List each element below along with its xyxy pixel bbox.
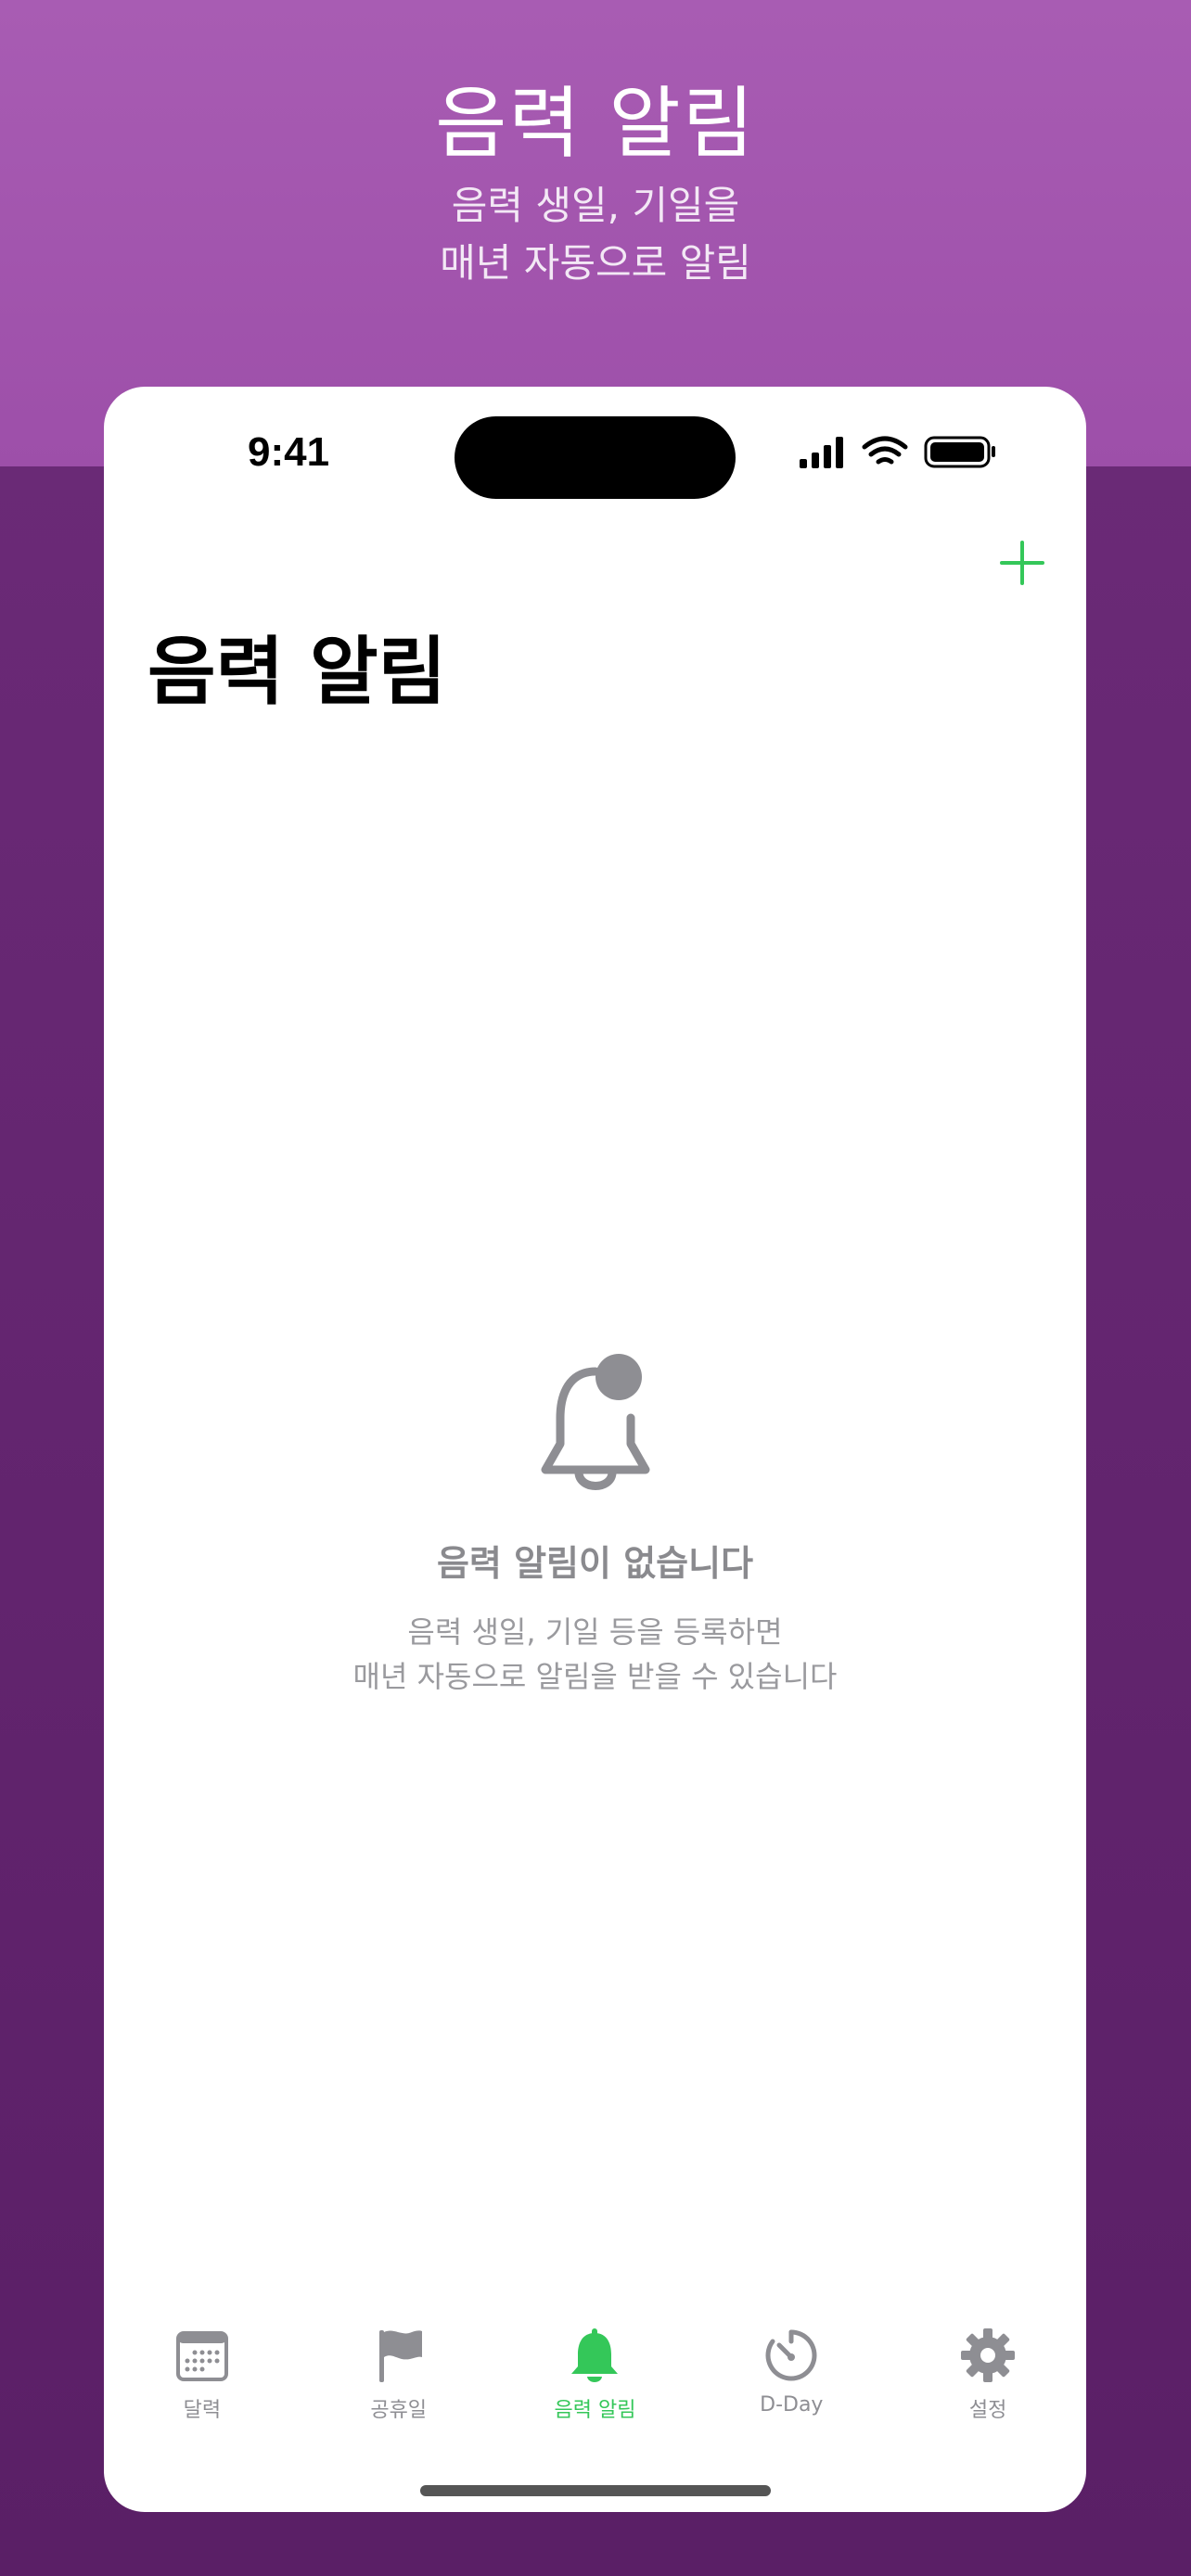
bell-icon — [571, 2328, 619, 2382]
tab-holidays[interactable]: 공휴일 — [301, 2325, 497, 2436]
status-time: 9:41 — [248, 429, 330, 475]
tab-dday[interactable]: D-Day — [693, 2325, 890, 2436]
add-button[interactable] — [994, 535, 1050, 591]
empty-state: 음력 알림이 없습니다 음력 생일, 기일 등을 등록하면 매년 자동으로 알림… — [104, 1351, 1086, 1699]
empty-state-description: 음력 생일, 기일 등을 등록하면 매년 자동으로 알림을 받을 수 있습니다 — [104, 1610, 1086, 1699]
phone-screen: 9:41 음력 알림 음력 알림이 없습니다 음력 생일, 기일 등을 등록하면… — [104, 387, 1086, 2512]
tab-holidays-label: 공휴일 — [370, 2399, 428, 2422]
empty-state-title: 음력 알림이 없습니다 — [436, 1543, 754, 1584]
empty-state-description-line2: 매년 자동으로 알림을 받을 수 있습니다 — [352, 1659, 838, 1694]
home-indicator[interactable] — [420, 2485, 771, 2496]
timer-icon — [765, 2329, 817, 2381]
battery-icon — [924, 436, 995, 468]
promo-subtitle-line2: 매년 자동으로 알림 — [440, 240, 751, 286]
empty-state-description-line1: 음력 생일, 기일 등을 등록하면 — [407, 1614, 783, 1650]
promo-subtitle-line1: 음력 생일, 기일을 — [451, 183, 740, 228]
gear-icon — [961, 2328, 1016, 2382]
promo-title: 음력 알림 — [435, 78, 756, 169]
tab-settings[interactable]: 설정 — [890, 2325, 1086, 2436]
plus-icon — [1000, 541, 1044, 585]
status-icons — [800, 436, 995, 468]
page-title: 음력 알림 — [147, 629, 447, 715]
tab-calendar-label: 달력 — [183, 2399, 222, 2422]
tab-dday-label: D-Day — [760, 2393, 824, 2417]
tab-lunar-reminders-label: 음력 알림 — [554, 2399, 636, 2422]
signal-icon — [800, 437, 843, 468]
tab-settings-label: 설정 — [968, 2399, 1007, 2422]
flag-icon — [378, 2330, 422, 2382]
tab-lunar-reminders[interactable]: 음력 알림 — [497, 2325, 694, 2436]
calendar-icon — [175, 2331, 228, 2381]
wifi-icon — [862, 436, 908, 465]
bell-badge-icon — [541, 1354, 649, 1490]
dynamic-island — [455, 416, 736, 499]
tab-bar: 달력 공휴일 음력 알림 D-Day 설정 — [104, 2325, 1086, 2436]
tab-calendar[interactable]: 달력 — [104, 2325, 301, 2436]
